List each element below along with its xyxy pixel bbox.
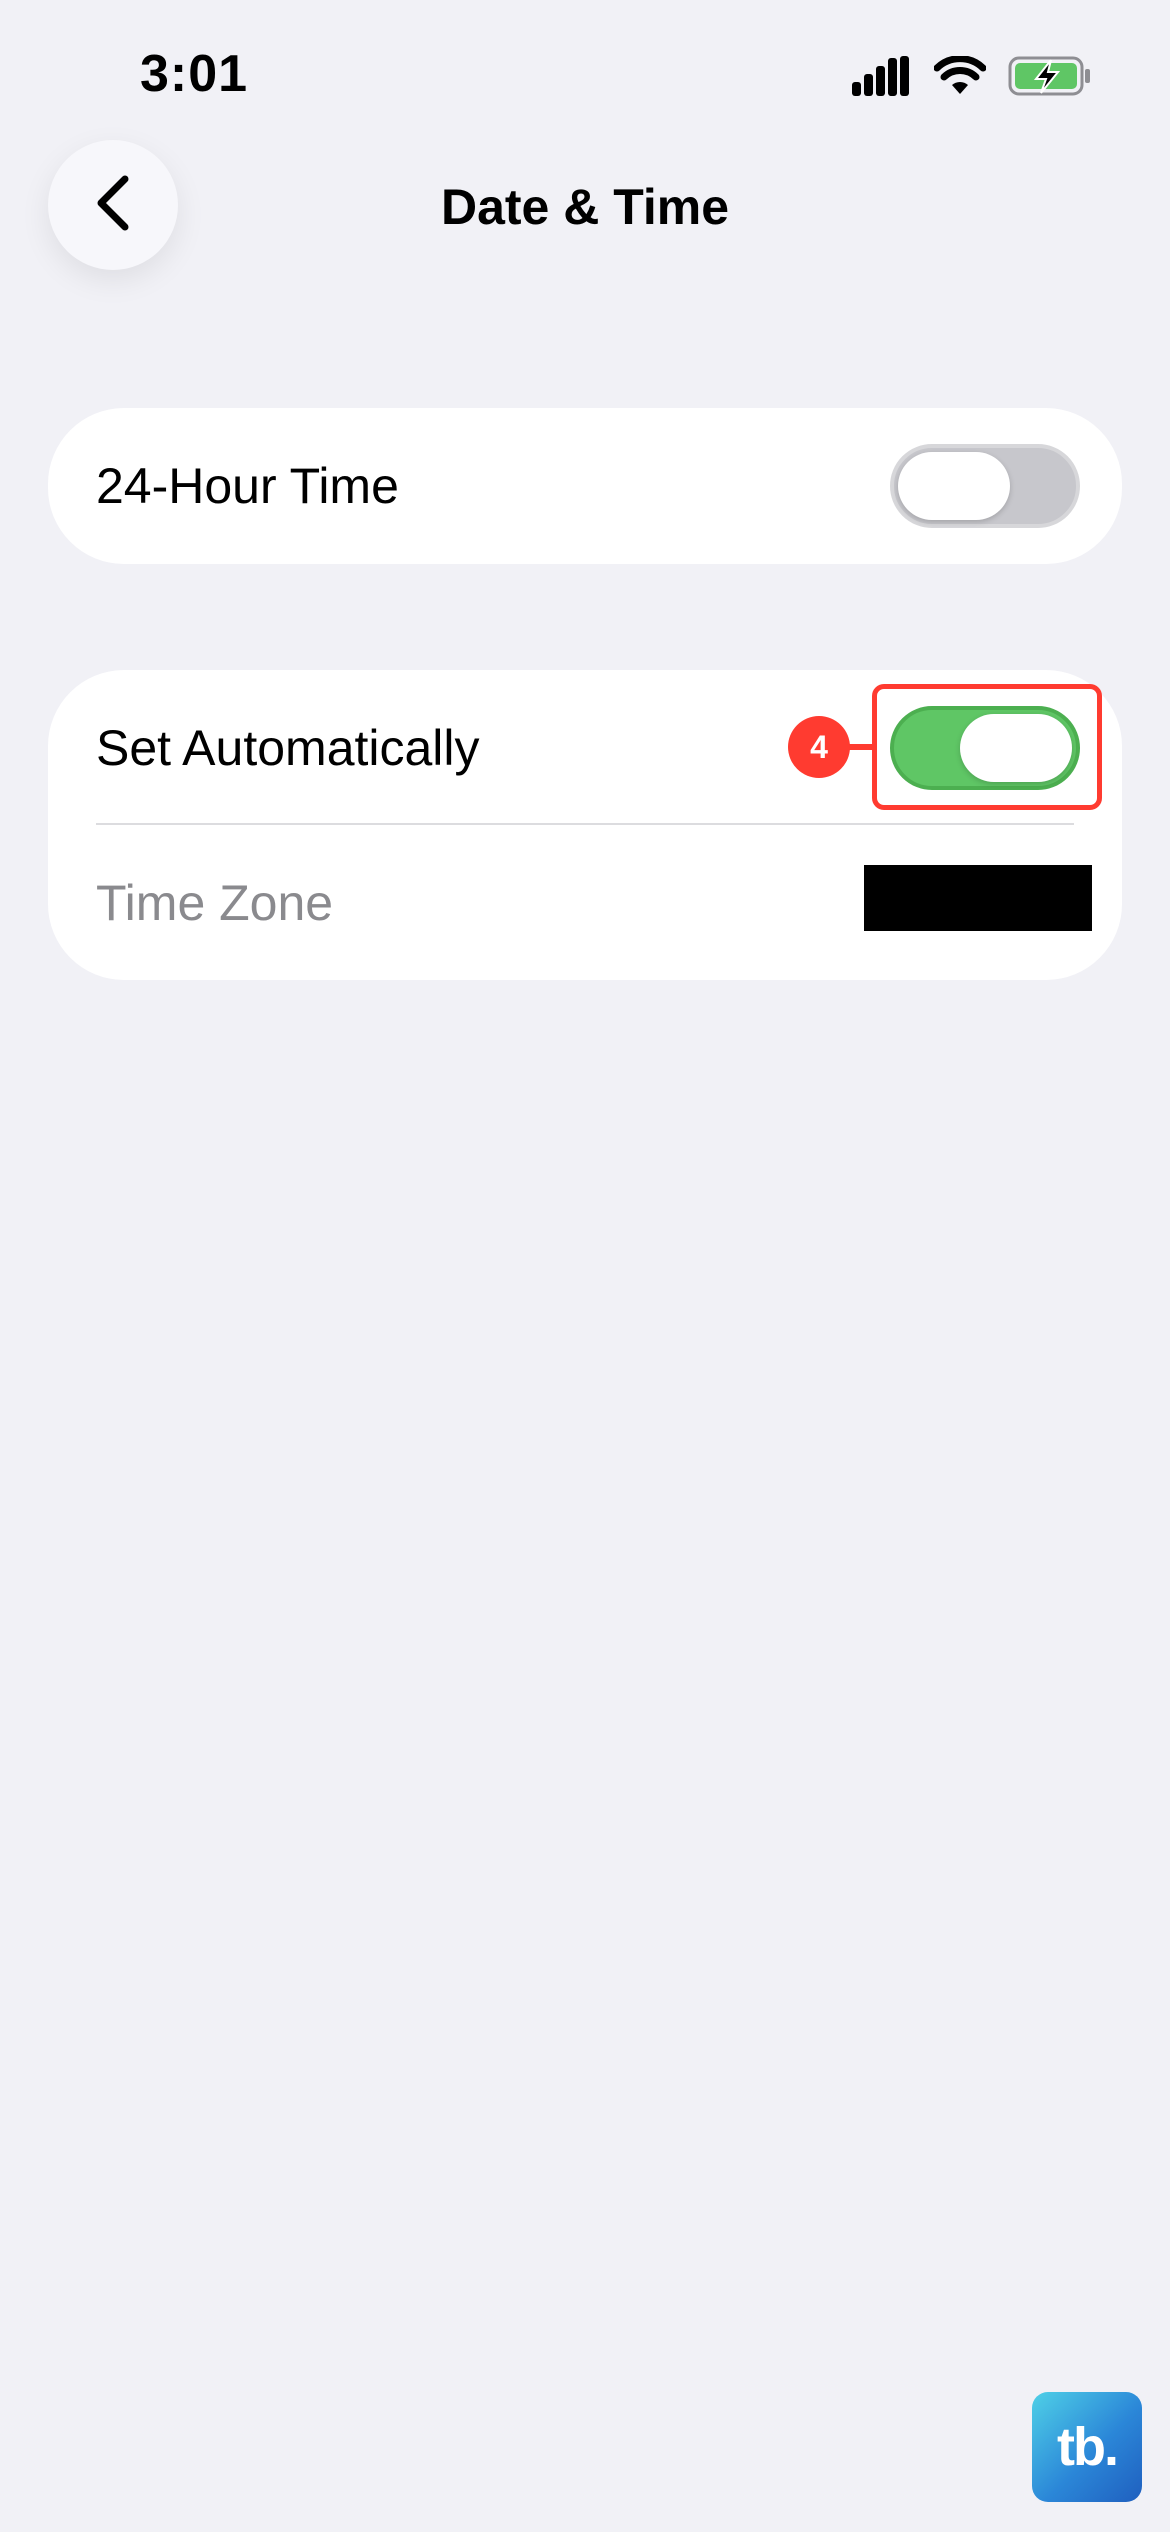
battery-charging-icon bbox=[1008, 55, 1092, 97]
wifi-icon bbox=[934, 56, 986, 96]
cellular-signal-icon bbox=[852, 56, 912, 96]
row-label-set-automatically: Set Automatically bbox=[96, 719, 480, 776]
row-label-24-hour-time: 24-Hour Time bbox=[96, 457, 399, 514]
page-title: Date & Time bbox=[440, 179, 730, 235]
row-label-time-zone: Time Zone bbox=[96, 874, 334, 931]
row-24-hour-time: 24-Hour Time bbox=[48, 408, 1122, 563]
row-time-zone[interactable]: Time Zone bbox=[48, 825, 1122, 980]
annotation-connector bbox=[848, 744, 874, 750]
status-icons bbox=[852, 52, 1092, 100]
watermark-logo: tb. bbox=[1032, 2392, 1142, 2502]
toggle-24-hour-time[interactable] bbox=[890, 443, 1080, 528]
toggle-knob bbox=[898, 451, 1010, 520]
annotation-highlight-box bbox=[872, 684, 1102, 810]
settings-group-time-format: 24-Hour Time bbox=[48, 408, 1122, 564]
time-zone-value-redacted bbox=[864, 865, 1092, 931]
annotation-step-marker: 4 bbox=[788, 716, 850, 778]
status-time: 3:01 bbox=[140, 45, 249, 103]
